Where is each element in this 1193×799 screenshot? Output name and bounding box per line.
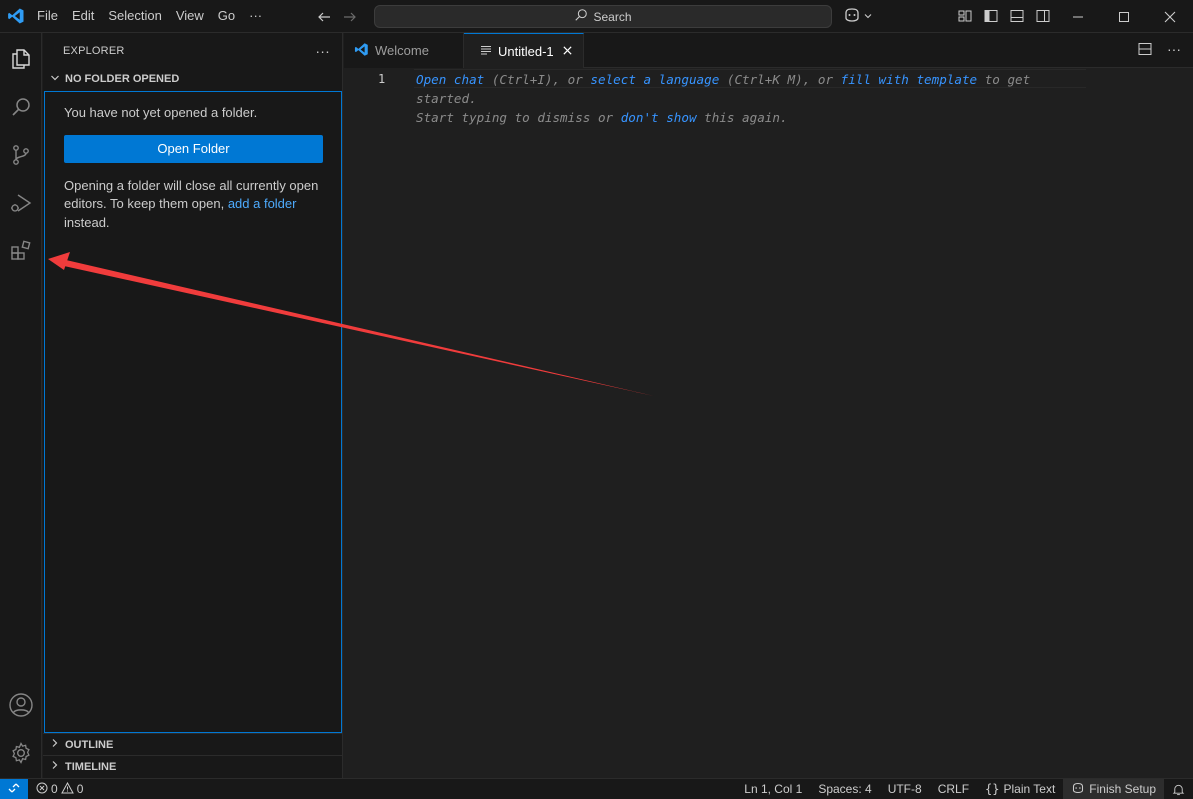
notifications-bell-icon[interactable] (1164, 779, 1193, 799)
timeline-title: TIMELINE (65, 760, 117, 773)
warning-count: 0 (76, 782, 84, 796)
sidebar-title: EXPLORER (63, 44, 125, 57)
outline-title: OUTLINE (65, 738, 114, 751)
sidebar-more-actions[interactable]: ··· (315, 43, 330, 59)
status-bar: 0 0 Ln 1, Col 1 Spaces: 4 UTF-8 CRLF {} … (0, 778, 1193, 799)
chevron-down-icon (49, 72, 61, 87)
cursor-position[interactable]: Ln 1, Col 1 (736, 779, 810, 799)
menu-bar: File Edit Selection View Go ··· (30, 0, 269, 33)
remote-indicator[interactable] (0, 778, 28, 799)
copilot-icon (843, 7, 861, 26)
braces-icon: {} (985, 782, 1000, 796)
explorer-icon[interactable] (0, 35, 42, 83)
indentation[interactable]: Spaces: 4 (810, 779, 879, 799)
explorer-sidebar: EXPLORER ··· NO FOLDER OPENED You have n… (43, 33, 343, 778)
language-label: Plain Text (1003, 782, 1056, 796)
open-folder-button[interactable]: Open Folder (64, 134, 323, 163)
vscode-logo-icon (354, 42, 369, 60)
line-number: 1 (378, 72, 386, 86)
activity-bar (0, 33, 42, 778)
section-title: NO FOLDER OPENED (65, 73, 180, 85)
finish-setup-label: Finish Setup (1089, 782, 1156, 796)
source-control-icon[interactable] (0, 131, 42, 179)
menu-more[interactable]: ··· (242, 5, 269, 27)
chevron-right-icon (49, 737, 61, 752)
open-chat-link[interactable]: Open chat (416, 72, 484, 87)
vscode-logo-icon (2, 0, 30, 33)
copilot-icon (1071, 782, 1085, 797)
search-view-icon[interactable] (0, 83, 42, 131)
menu-file[interactable]: File (30, 5, 65, 27)
explorer-empty-view: You have not yet opened a folder. Open F… (44, 91, 342, 733)
toggle-secondary-sidebar-icon[interactable] (1033, 6, 1053, 26)
menu-edit[interactable]: Edit (65, 5, 101, 27)
command-center-search[interactable]: Search (374, 5, 832, 28)
tab-untitled-1[interactable]: Untitled-1 (464, 33, 584, 68)
no-folder-section-header[interactable]: NO FOLDER OPENED (43, 68, 342, 90)
hint-text: Start typing to dismiss or (416, 110, 621, 125)
remote-icon (8, 782, 20, 797)
outline-section-header[interactable]: OUTLINE (43, 733, 342, 755)
back-arrow-icon[interactable] (314, 7, 334, 27)
encoding[interactable]: UTF-8 (880, 779, 930, 799)
dont-show-link[interactable]: don't show (621, 110, 697, 125)
search-icon (574, 8, 588, 25)
close-tab-icon[interactable] (562, 44, 573, 59)
add-folder-link[interactable]: add a folder (228, 196, 297, 211)
split-editor-icon[interactable] (1137, 41, 1153, 60)
editor-tabs: Welcome Untitled-1 ··· (344, 33, 1193, 68)
timeline-section-header[interactable]: TIMELINE (43, 755, 342, 777)
hint-text: (Ctrl+I), or (484, 72, 591, 87)
language-mode[interactable]: {} Plain Text (977, 779, 1063, 799)
hint-text: (Ctrl+K M), or (719, 72, 841, 87)
manage-gear-icon[interactable] (0, 729, 42, 777)
toggle-primary-sidebar-icon[interactable] (981, 6, 1001, 26)
text-editor[interactable]: 1 Open chat (Ctrl+I), or select a langua… (344, 68, 1193, 778)
chevron-down-icon (863, 9, 873, 24)
run-debug-icon[interactable] (0, 179, 42, 227)
warning-icon (60, 781, 74, 797)
error-count: 0 (51, 782, 58, 796)
minimize-icon[interactable] (1055, 0, 1101, 33)
editor-hint: Open chat (Ctrl+I), or select a language… (416, 70, 1076, 127)
text-file-icon (480, 44, 492, 59)
tab-welcome[interactable]: Welcome (344, 33, 464, 68)
sidebar-header: EXPLORER ··· (43, 33, 342, 68)
maximize-icon[interactable] (1101, 0, 1147, 33)
tab-label: Untitled-1 (498, 43, 554, 59)
open-folder-info: Opening a folder will close all currentl… (64, 177, 322, 233)
info-text-after: instead. (64, 214, 110, 230)
fill-template-link[interactable]: fill with template (841, 72, 977, 87)
extensions-icon[interactable] (0, 227, 42, 275)
toggle-panel-icon[interactable] (1007, 6, 1027, 26)
menu-go[interactable]: Go (211, 5, 242, 27)
no-folder-message: You have not yet opened a folder. (64, 105, 258, 120)
forward-arrow-icon[interactable] (340, 7, 360, 27)
close-window-icon[interactable] (1147, 0, 1193, 33)
menu-view[interactable]: View (169, 5, 211, 27)
more-actions-icon[interactable]: ··· (1167, 41, 1181, 60)
problems-indicator[interactable]: 0 0 (28, 781, 91, 797)
error-icon (36, 782, 48, 797)
search-label: Search (593, 9, 632, 24)
tab-label: Welcome (375, 43, 429, 58)
end-of-line[interactable]: CRLF (930, 779, 977, 799)
menu-selection[interactable]: Selection (101, 5, 168, 27)
copilot-menu[interactable] (843, 6, 873, 26)
accounts-icon[interactable] (0, 681, 42, 729)
chevron-right-icon (49, 759, 61, 774)
title-bar: File Edit Selection View Go ··· Search (0, 0, 1193, 33)
customize-layout-icon[interactable] (955, 6, 975, 26)
hint-text: this again. (696, 110, 788, 125)
finish-setup[interactable]: Finish Setup (1063, 778, 1164, 799)
select-language-link[interactable]: select a language (590, 72, 719, 87)
